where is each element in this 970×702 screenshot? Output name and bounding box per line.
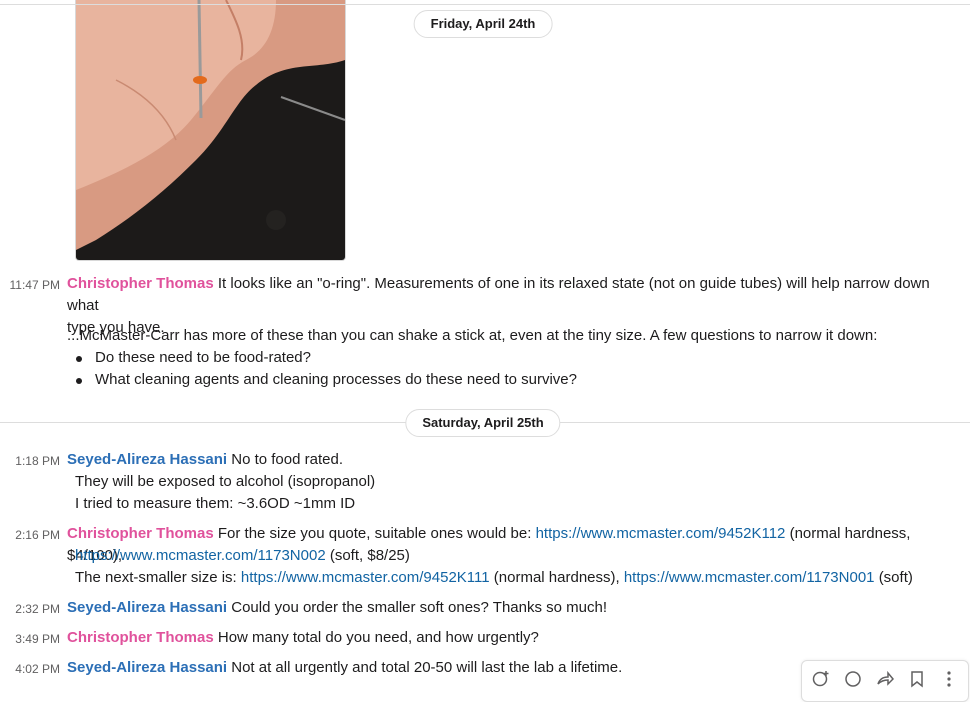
mcmaster-link-9452K112[interactable]: https://www.mcmaster.com/9452K112	[536, 525, 786, 542]
author-name[interactable]: Seyed-Alireza Hassani	[67, 599, 227, 616]
message-text: For the size you quote, suitable ones wo…	[217, 525, 532, 542]
message-continuation: https://www.mcmaster.com/1173N002 (soft,…	[75, 545, 956, 589]
message-timestamp[interactable]: 3:49 PM	[0, 628, 60, 650]
add-reaction-icon[interactable]	[812, 670, 830, 688]
reply-in-thread-icon[interactable]	[844, 670, 862, 688]
mcmaster-link-1173N001[interactable]: https://www.mcmaster.com/1173N001	[624, 569, 875, 586]
message-text: How many total do you need, and how urge…	[217, 629, 539, 646]
o-ring-photo	[76, 0, 345, 260]
message-continuation: They will be exposed to alcohol (isoprop…	[75, 471, 956, 515]
mcmaster-link-9452K111[interactable]: https://www.mcmaster.com/9452K111	[241, 569, 490, 586]
list-item: Do these need to be food-rated?	[67, 347, 956, 369]
message-timestamp[interactable]: 11:47 PM	[0, 274, 60, 296]
message-line: I tried to measure them: ~3.6OD ~1mm ID	[75, 495, 356, 512]
mcmaster-link-1173N002[interactable]: https://www.mcmaster.com/1173N002	[75, 547, 326, 564]
link-description: (normal hardness),	[493, 569, 620, 586]
share-icon[interactable]	[876, 670, 895, 688]
message-timestamp[interactable]: 2:32 PM	[0, 598, 60, 620]
message-body: Seyed-Alireza Hassani Could you order th…	[67, 597, 956, 619]
paragraph-text: ...McMaster-Carr has more of these than …	[67, 327, 878, 344]
author-name[interactable]: Christopher Thomas	[67, 275, 214, 292]
message-text: The next-smaller size is:	[75, 569, 237, 586]
link-description: (soft, $8/25)	[329, 547, 410, 564]
message-timestamp[interactable]: 1:18 PM	[0, 450, 60, 472]
author-name[interactable]: Seyed-Alireza Hassani	[67, 451, 227, 468]
image-attachment[interactable]	[75, 0, 346, 261]
message-body: Christopher Thomas How many total do you…	[67, 627, 956, 649]
message-actions-toolbar	[801, 660, 969, 702]
bullet-list: Do these need to be food-rated? What cle…	[67, 347, 956, 391]
list-item: What cleaning agents and cleaning proces…	[67, 369, 956, 391]
date-divider-line	[0, 4, 970, 5]
author-name[interactable]: Seyed-Alireza Hassani	[67, 659, 227, 676]
link-description: (soft)	[878, 569, 913, 586]
message-body: Seyed-Alireza Hassani No to food rated.	[67, 449, 956, 471]
message-line: They will be exposed to alcohol (isoprop…	[75, 473, 376, 490]
date-divider-friday[interactable]: Friday, April 24th	[413, 10, 553, 38]
message-timestamp[interactable]: 4:02 PM	[0, 658, 60, 680]
message-paragraph: ...McMaster-Carr has more of these than …	[67, 325, 956, 391]
message-timestamp[interactable]: 2:16 PM	[0, 524, 60, 546]
date-divider-saturday[interactable]: Saturday, April 25th	[405, 409, 561, 437]
message-text: Not at all urgently and total 20-50 will…	[231, 659, 623, 676]
message-text: Could you order the smaller soft ones? T…	[231, 599, 607, 616]
more-actions-icon[interactable]	[940, 670, 958, 688]
author-name[interactable]: Christopher Thomas	[67, 629, 214, 646]
message-text: No to food rated.	[231, 451, 343, 468]
bookmark-icon[interactable]	[908, 670, 926, 688]
author-name[interactable]: Christopher Thomas	[67, 525, 214, 542]
